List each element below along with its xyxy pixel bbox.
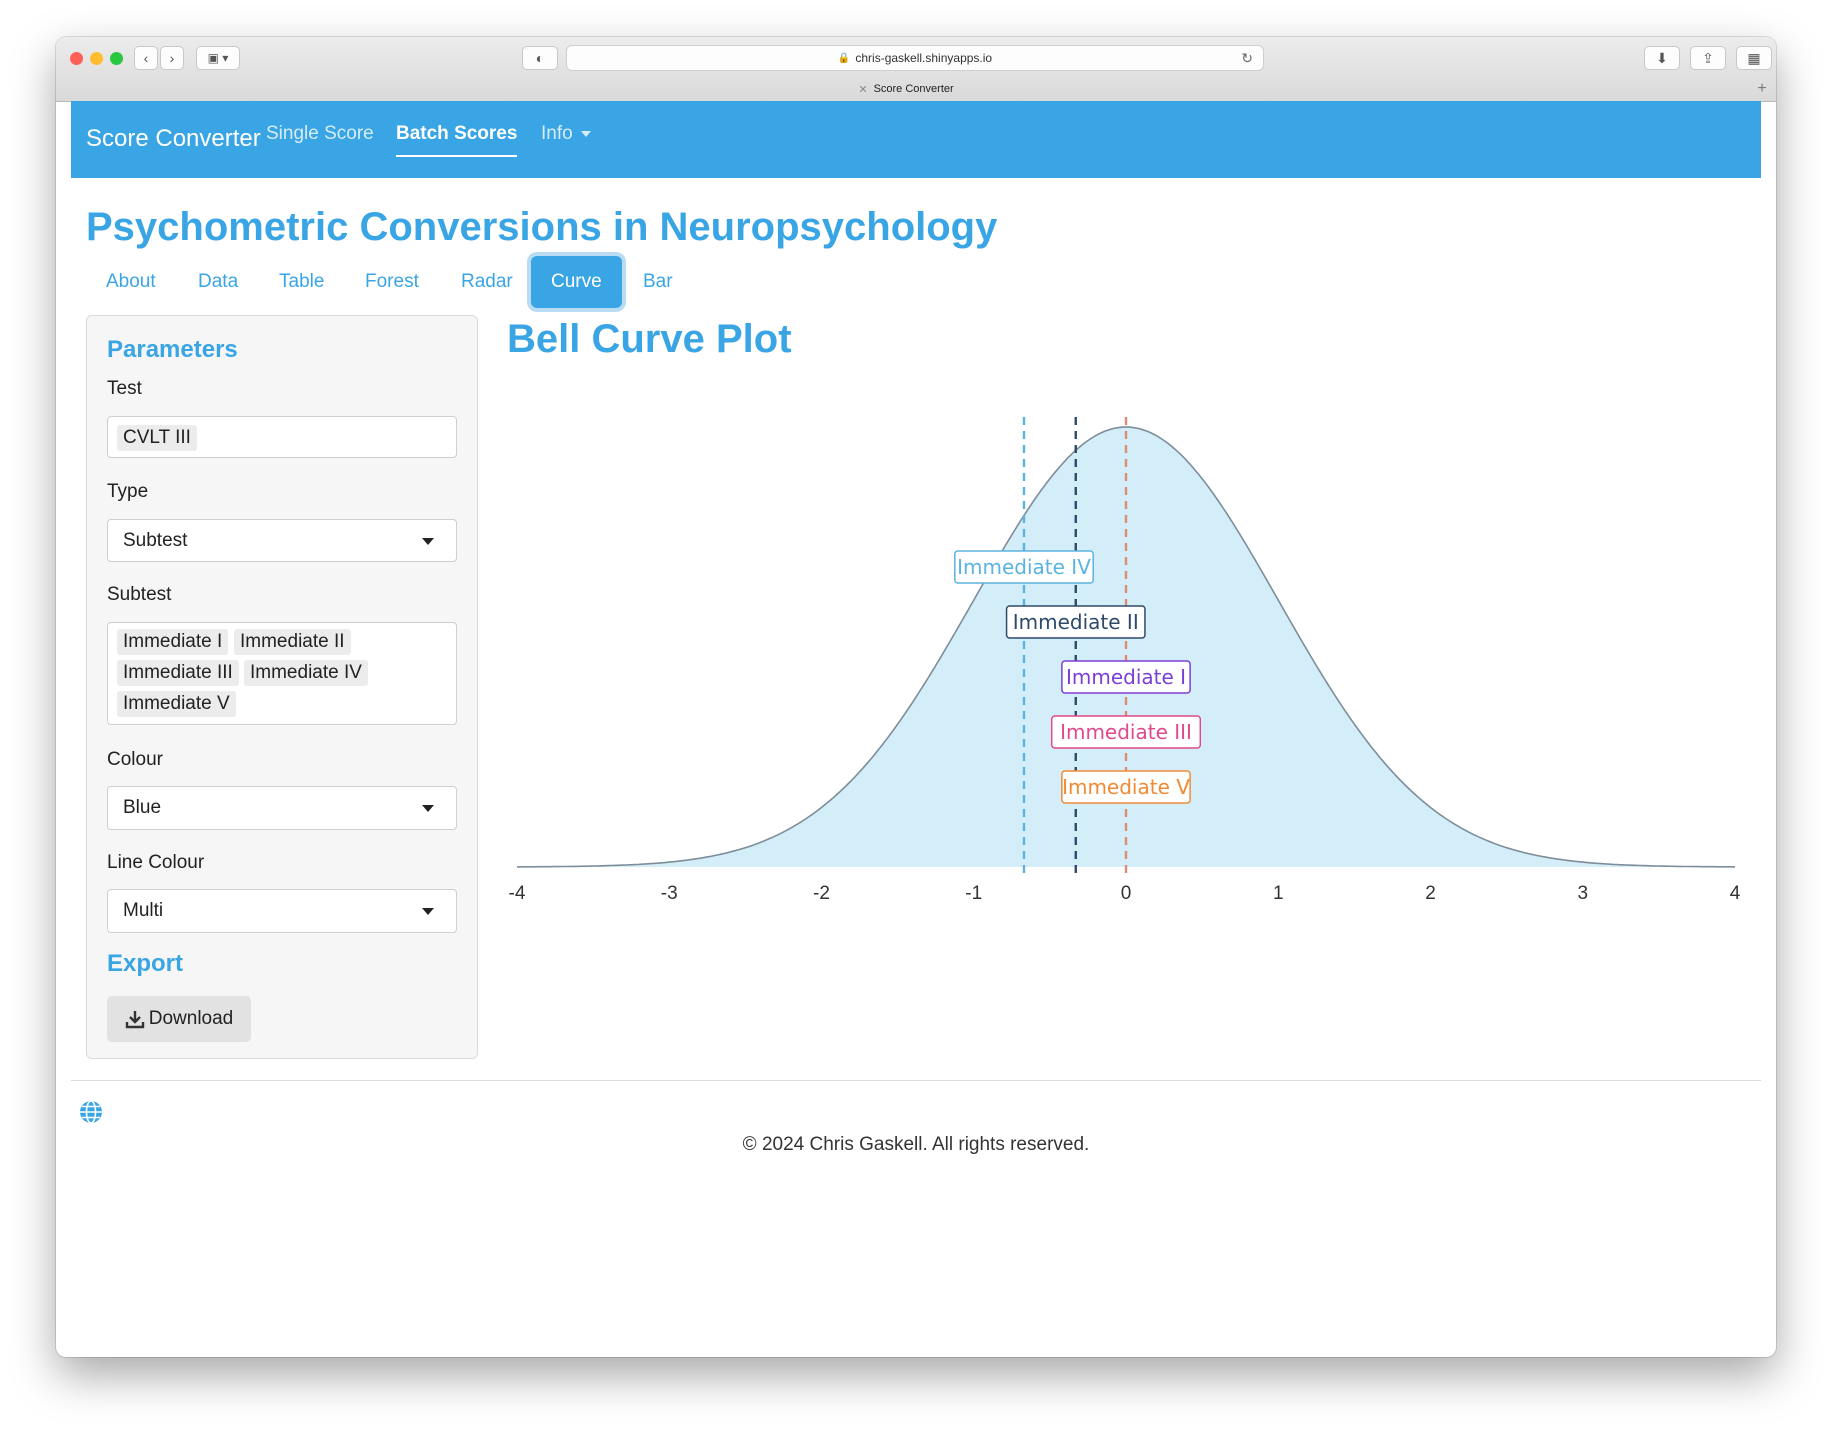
subtest-multiselect[interactable]: Immediate I Immediate II Immediate III I… bbox=[107, 622, 457, 725]
address-bar[interactable]: 🔒 chris-gaskell.shinyapps.io ↻ bbox=[566, 45, 1264, 71]
navbar: Score Converter Single Score Batch Score… bbox=[71, 101, 1761, 178]
footer-copyright: © 2024 Chris Gaskell. All rights reserve… bbox=[742, 1134, 1090, 1155]
x-tick-label: 4 bbox=[1730, 883, 1741, 904]
export-heading: Export bbox=[107, 950, 184, 977]
nav-single-score[interactable]: Single Score bbox=[266, 123, 374, 145]
close-window-icon[interactable] bbox=[70, 52, 83, 65]
address-text: chris-gaskell.shinyapps.io bbox=[855, 51, 993, 65]
browser-titlebar: ‹ › ▣ ▾ ◐ 🔒 chris-gaskell.shinyapps.io ↻… bbox=[56, 37, 1776, 102]
tab-about[interactable]: About bbox=[86, 256, 176, 308]
subtest-chip-immediate-i[interactable]: Immediate I bbox=[117, 629, 229, 655]
lock-icon: 🔒 bbox=[837, 52, 851, 64]
download-label: Download bbox=[148, 1008, 234, 1029]
new-tab-button[interactable]: + bbox=[1752, 77, 1772, 101]
marker-label: Immediate II bbox=[1013, 610, 1139, 634]
browser-tab[interactable]: ✕ Score Converter bbox=[56, 77, 1756, 101]
x-tick-label: 3 bbox=[1577, 883, 1588, 904]
x-tick-label: 0 bbox=[1121, 883, 1132, 904]
tab-radar[interactable]: Radar bbox=[441, 256, 533, 308]
tab-table[interactable]: Table bbox=[259, 256, 344, 308]
line-colour-select-value: Multi bbox=[123, 900, 164, 921]
reload-icon[interactable]: ↻ bbox=[1241, 50, 1253, 67]
test-label: Test bbox=[107, 378, 142, 399]
x-tick-label: -3 bbox=[661, 883, 678, 904]
bell-curve-chart: Immediate IV Immediate II Immediate I Immed… bbox=[509, 417, 1741, 904]
download-icon bbox=[125, 1011, 144, 1029]
colour-label: Colour bbox=[107, 749, 163, 770]
tab-bar[interactable]: Bar bbox=[623, 256, 693, 308]
chevron-down-icon bbox=[422, 537, 434, 545]
zoom-window-icon[interactable] bbox=[110, 52, 123, 65]
favicon-icon: ✕ bbox=[858, 83, 868, 96]
x-tick-label: 1 bbox=[1273, 883, 1284, 904]
chevron-down-icon bbox=[422, 805, 434, 812]
subtest-chip-immediate-v[interactable]: Immediate V bbox=[117, 691, 236, 717]
nav-info-dropdown[interactable]: Info bbox=[541, 123, 591, 145]
type-select-value: Subtest bbox=[123, 529, 188, 551]
marker-label: Immediate IV bbox=[957, 555, 1091, 579]
type-select[interactable]: Subtest bbox=[107, 519, 457, 562]
line-colour-select[interactable]: Multi bbox=[107, 889, 457, 933]
minimize-window-icon[interactable] bbox=[90, 52, 103, 65]
subtest-label: Subtest bbox=[107, 584, 172, 605]
x-tick-label: -1 bbox=[965, 883, 982, 904]
privacy-shield-icon[interactable]: ◐ bbox=[522, 46, 558, 70]
type-label: Type bbox=[107, 481, 149, 502]
parameters-panel: Parameters Test CVLT III Type Subtest Su… bbox=[86, 315, 478, 1059]
browser-tab-title: Score Converter bbox=[873, 83, 954, 95]
marker-label: Immediate V bbox=[1062, 775, 1190, 799]
downloads-button[interactable]: ⬇ bbox=[1644, 46, 1680, 70]
share-button[interactable]: ⇪ bbox=[1690, 46, 1726, 70]
marker-label: Immediate III bbox=[1060, 720, 1192, 744]
page-title: Psychometric Conversions in Neuropsychol… bbox=[86, 205, 998, 249]
tab-forest[interactable]: Forest bbox=[345, 256, 439, 308]
globe-icon[interactable] bbox=[78, 1099, 104, 1125]
back-button[interactable]: ‹ bbox=[134, 46, 158, 70]
x-tick-label: -4 bbox=[509, 883, 526, 904]
nav-batch-scores[interactable]: Batch Scores bbox=[396, 123, 518, 157]
browser-window: ‹ › ▣ ▾ ◐ 🔒 chris-gaskell.shinyapps.io ↻… bbox=[56, 37, 1776, 1357]
colour-select[interactable]: Blue bbox=[107, 786, 457, 830]
chevron-down-icon bbox=[580, 130, 591, 137]
test-chip[interactable]: CVLT III bbox=[117, 425, 197, 451]
tab-overview-button[interactable]: ▦ bbox=[1736, 46, 1772, 70]
navbar-brand[interactable]: Score Converter bbox=[86, 125, 261, 153]
nav-info-label: Info bbox=[541, 123, 573, 144]
sidebar-toggle-button[interactable]: ▣ ▾ bbox=[196, 46, 240, 70]
subtest-chip-immediate-ii[interactable]: Immediate II bbox=[234, 629, 351, 655]
subtest-chip-immediate-iii[interactable]: Immediate III bbox=[117, 660, 239, 686]
parameters-heading: Parameters bbox=[107, 336, 238, 363]
test-input[interactable]: CVLT III bbox=[107, 416, 457, 458]
x-tick-label: 2 bbox=[1425, 883, 1436, 904]
download-button[interactable]: Download bbox=[107, 996, 251, 1042]
colour-select-value: Blue bbox=[123, 797, 162, 818]
chevron-down-icon bbox=[422, 908, 434, 915]
tab-data[interactable]: Data bbox=[178, 256, 258, 308]
forward-button[interactable]: › bbox=[160, 46, 184, 70]
line-colour-label: Line Colour bbox=[107, 852, 205, 873]
x-tick-label: -2 bbox=[813, 883, 830, 904]
footer-divider bbox=[71, 1080, 1761, 1081]
marker-label: Immediate I bbox=[1066, 665, 1186, 689]
plot-title: Bell Curve Plot bbox=[507, 317, 792, 361]
subtest-chip-immediate-iv[interactable]: Immediate IV bbox=[244, 660, 368, 686]
tab-curve[interactable]: Curve bbox=[531, 256, 622, 308]
